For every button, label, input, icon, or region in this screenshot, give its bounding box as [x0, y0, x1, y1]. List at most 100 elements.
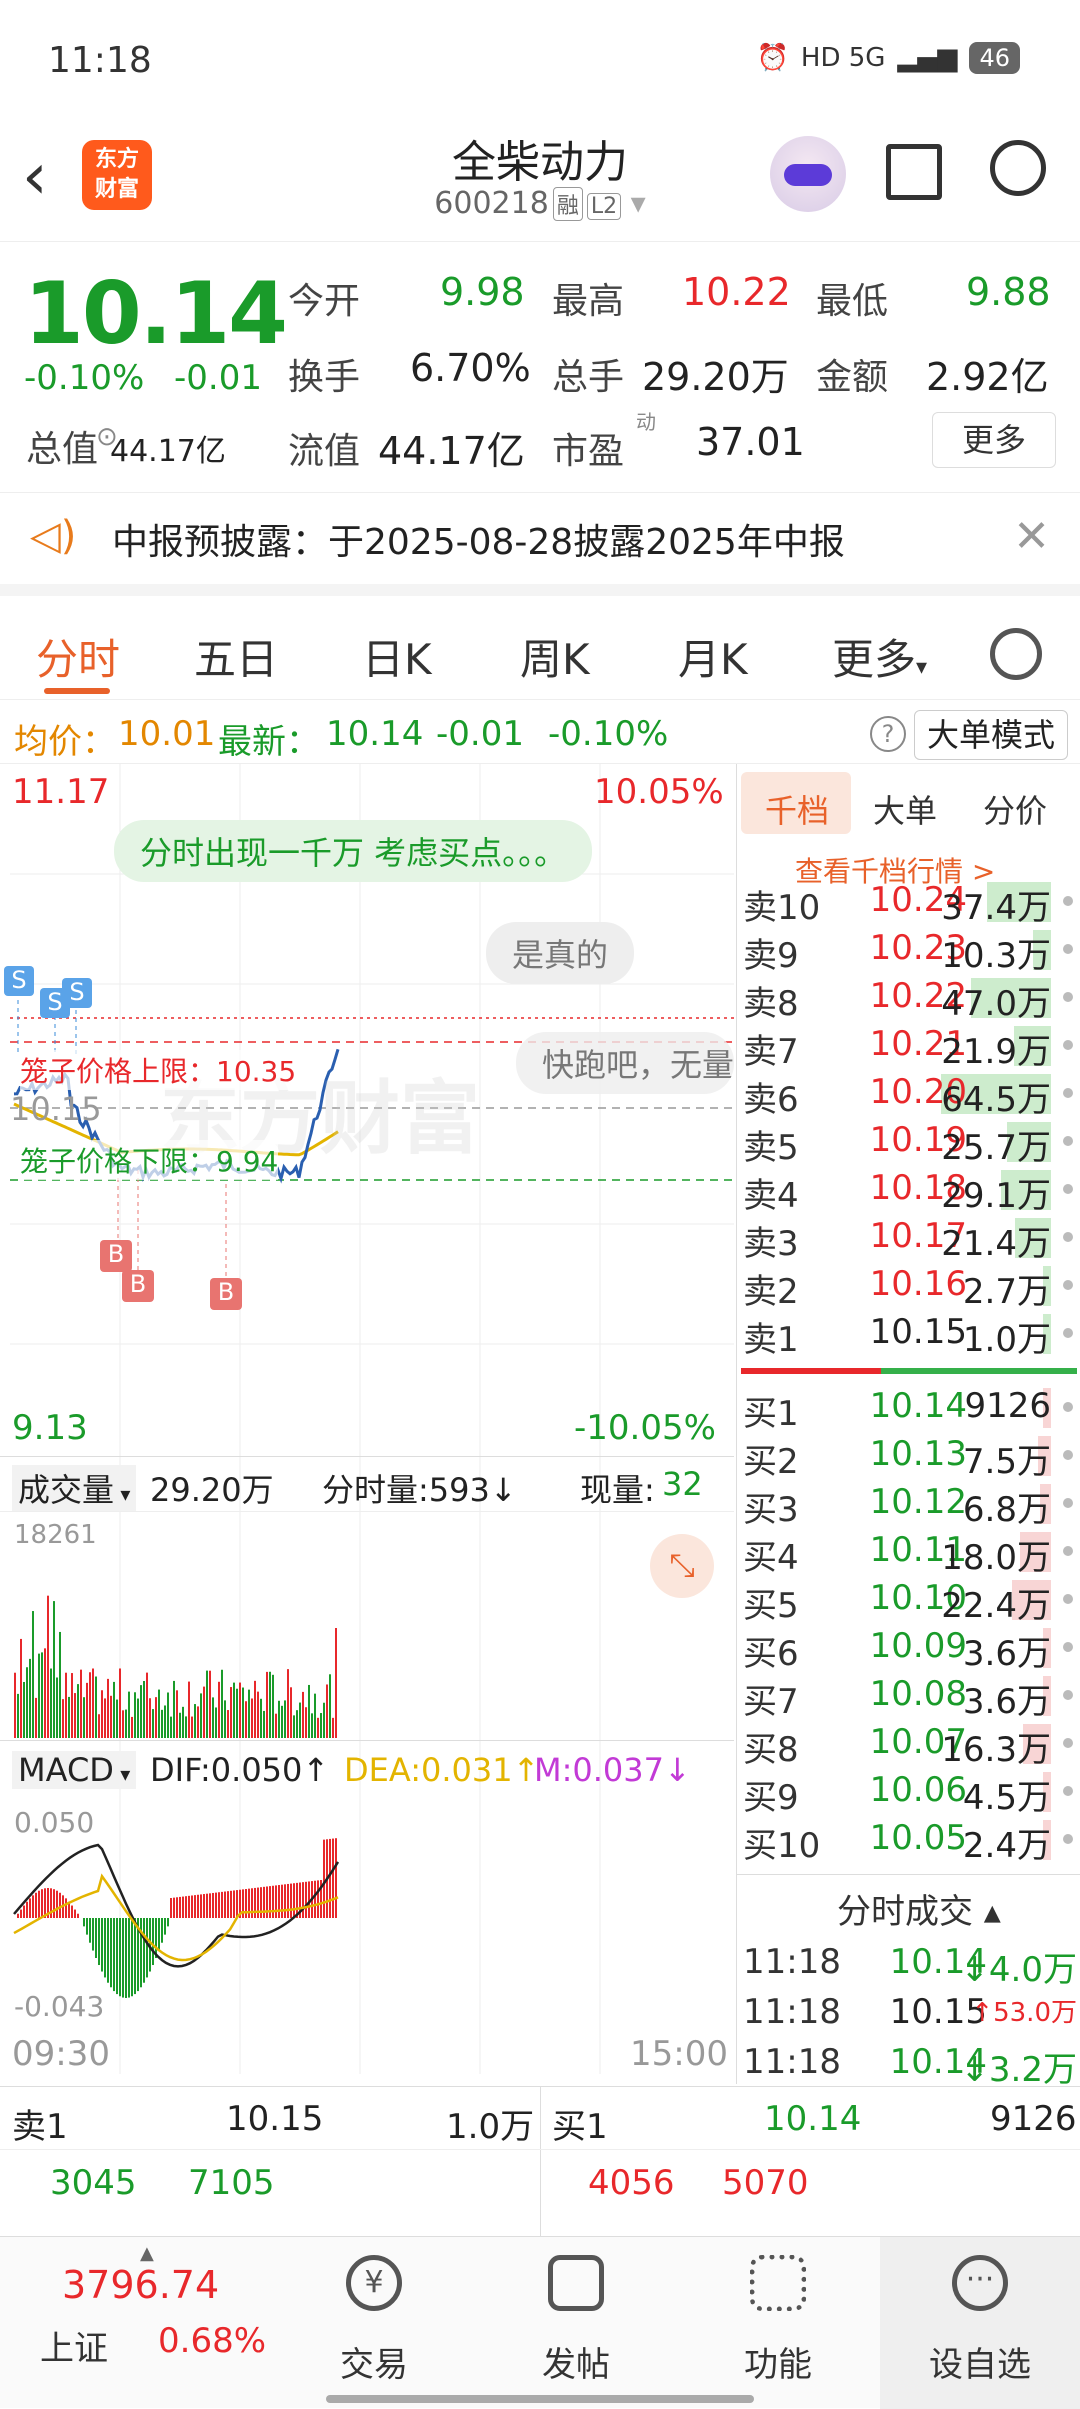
- buy-row[interactable]: 买6 10.09 3.6万: [737, 1622, 1080, 1674]
- tab-day-k[interactable]: 日K: [362, 626, 432, 687]
- sell-price: 10.16: [869, 1264, 967, 1304]
- info-icon[interactable]: ⊙: [96, 422, 118, 452]
- expand-icon[interactable]: ⤡: [650, 1534, 714, 1598]
- sell-row[interactable]: 卖2 10.16 2.7万: [737, 1260, 1080, 1312]
- volume-bars: [14, 1595, 337, 1738]
- buy-row[interactable]: 买1 10.14 9126: [737, 1382, 1080, 1434]
- y-axis-bottom-price: 9.13: [12, 1408, 88, 1448]
- search-icon[interactable]: [990, 140, 1046, 196]
- buy-row[interactable]: 买9 10.06 4.5万: [737, 1766, 1080, 1818]
- sell-volume: 21.9万: [941, 1032, 1051, 1072]
- tab-month-k[interactable]: 月K: [678, 626, 748, 687]
- dot-icon: [1063, 1594, 1073, 1604]
- order-queue-item: 4056: [588, 2163, 675, 2203]
- trade-row: 11:18 10.14 ↓4.0万: [737, 1938, 1080, 1990]
- volume-selector[interactable]: 成交量 ▾: [12, 1465, 137, 1511]
- dot-icon: [1063, 1088, 1073, 1098]
- intraday-chart[interactable]: S S S B B B 11.17 10.05% 10.15 东方财富 笼子价格…: [0, 764, 734, 2084]
- high-value: 10.22: [682, 270, 791, 314]
- big-order-mode-button[interactable]: 大单模式: [914, 710, 1068, 760]
- volume-label: 总手: [552, 357, 625, 398]
- tab-depth[interactable]: 千档: [765, 786, 829, 832]
- sell-row[interactable]: 卖4 10.18 29.1万: [737, 1164, 1080, 1216]
- tab-intraday[interactable]: 分时: [36, 626, 120, 687]
- signal-icon: ▂▄▆: [897, 43, 958, 73]
- buy-volume: 3.6万: [962, 1682, 1051, 1722]
- macd-selector[interactable]: MACD ▾: [12, 1751, 137, 1789]
- sell-row[interactable]: 卖5 10.19 25.7万: [737, 1116, 1080, 1168]
- nav-trade[interactable]: ¥ 交易: [274, 2237, 474, 2409]
- buy-row[interactable]: 买3 10.12 6.8万: [737, 1478, 1080, 1530]
- buy-row[interactable]: 买10 10.05 2.4万: [737, 1814, 1080, 1866]
- buy-level: 买5: [743, 1586, 799, 1626]
- buy-price: 10.13: [869, 1434, 967, 1474]
- low-value: 9.88: [966, 270, 1051, 314]
- index-name: 上证: [40, 2329, 108, 2369]
- grid-icon: [750, 2255, 806, 2311]
- tab-more[interactable]: 更多▾: [832, 626, 927, 687]
- tab-five-day[interactable]: 五日: [194, 626, 278, 687]
- buy-level: 买7: [743, 1682, 799, 1722]
- nav-post[interactable]: 发帖: [476, 2237, 676, 2409]
- dot-icon: [1063, 1328, 1073, 1338]
- speaker-icon: ◁): [30, 513, 77, 559]
- volume-total: 29.20万: [150, 1471, 274, 1509]
- comment-bubble[interactable]: 是真的: [486, 922, 635, 984]
- sell-row[interactable]: 卖3 10.17 21.4万: [737, 1212, 1080, 1264]
- help-icon[interactable]: ?: [870, 716, 906, 752]
- buy-row[interactable]: 买2 10.13 7.5万: [737, 1430, 1080, 1482]
- ai-assistant-icon[interactable]: [770, 136, 846, 212]
- tab-price-dist[interactable]: 分价: [983, 786, 1047, 832]
- buy-volume: 2.4万: [962, 1826, 1051, 1866]
- comment-bubble[interactable]: 快跑吧，无量: [516, 1032, 734, 1094]
- buy-marker[interactable]: B: [100, 1240, 132, 1272]
- buy-row[interactable]: 买7 10.08 3.6万: [737, 1670, 1080, 1722]
- more-dots-icon: ···: [952, 2255, 1008, 2311]
- trades-title[interactable]: 分时成交 ▴: [837, 1884, 1001, 1933]
- dot-icon: [1063, 944, 1073, 954]
- tab-week-k[interactable]: 周K: [520, 626, 590, 687]
- volume-tick: 分时量:593↓: [322, 1471, 517, 1509]
- dot-icon: [1063, 1402, 1073, 1412]
- trade-time: 11:18: [743, 2042, 841, 2082]
- sell-row[interactable]: 卖10 10.24 37.4万: [737, 876, 1080, 928]
- macd-m: M:0.037↓: [534, 1751, 691, 1789]
- sell1-price: 10.15: [226, 2099, 324, 2139]
- pe-dynamic-mark: 动: [636, 410, 656, 434]
- share-icon[interactable]: [886, 144, 942, 200]
- buy-level: 买10: [743, 1826, 821, 1866]
- settings-icon[interactable]: [990, 628, 1042, 680]
- comment-bubble[interactable]: 分时出现一千万 考虑买点。。。: [114, 820, 593, 882]
- sell-buy-divider-red: [741, 1368, 881, 1374]
- sell-row[interactable]: 卖1 10.15 1.0万: [737, 1308, 1080, 1360]
- sell-row[interactable]: 卖6 10.20 64.5万: [737, 1068, 1080, 1120]
- nav-add-watchlist[interactable]: ··· 设自选: [880, 2237, 1080, 2409]
- more-button[interactable]: 更多: [932, 412, 1056, 468]
- dot-icon: [1063, 1546, 1073, 1556]
- buy-marker[interactable]: B: [210, 1278, 242, 1310]
- sell1-label: 卖1: [12, 2107, 68, 2147]
- time-start: 09:30: [12, 2034, 110, 2074]
- volume-value: 29.20万: [642, 355, 789, 399]
- close-icon[interactable]: ✕: [1013, 511, 1050, 562]
- tab-big-order[interactable]: 大单: [873, 786, 937, 832]
- avg-label: 均价：: [14, 722, 116, 762]
- buy-row[interactable]: 买4 10.11 18.0万: [737, 1526, 1080, 1578]
- buy-marker[interactable]: B: [122, 1270, 154, 1302]
- buy-volume: 7.5万: [962, 1442, 1051, 1482]
- notice-bar[interactable]: ◁) 中报预披露：于2025-08-28披露2025年中报 ✕: [0, 492, 1080, 596]
- sell-marker[interactable]: S: [62, 978, 92, 1008]
- sell-row[interactable]: 卖8 10.22 47.0万: [737, 972, 1080, 1024]
- sell-row[interactable]: 卖9 10.23 10.3万: [737, 924, 1080, 976]
- nav-functions[interactable]: 功能: [678, 2237, 878, 2409]
- sell-marker[interactable]: S: [4, 966, 34, 996]
- edit-icon: [548, 2255, 604, 2311]
- buy-price: 10.08: [869, 1674, 967, 1714]
- macd-dif: DIF:0.050↑: [150, 1751, 330, 1789]
- sell-row[interactable]: 卖7 10.21 21.9万: [737, 1020, 1080, 1072]
- buy-row[interactable]: 买8 10.07 16.3万: [737, 1718, 1080, 1770]
- buy-price: 10.05: [869, 1818, 967, 1858]
- index-ticker[interactable]: ▲ 3796.74 上证 0.68%: [40, 2237, 266, 2409]
- dot-icon: [1063, 1232, 1073, 1242]
- buy-row[interactable]: 买5 10.10 22.4万: [737, 1574, 1080, 1626]
